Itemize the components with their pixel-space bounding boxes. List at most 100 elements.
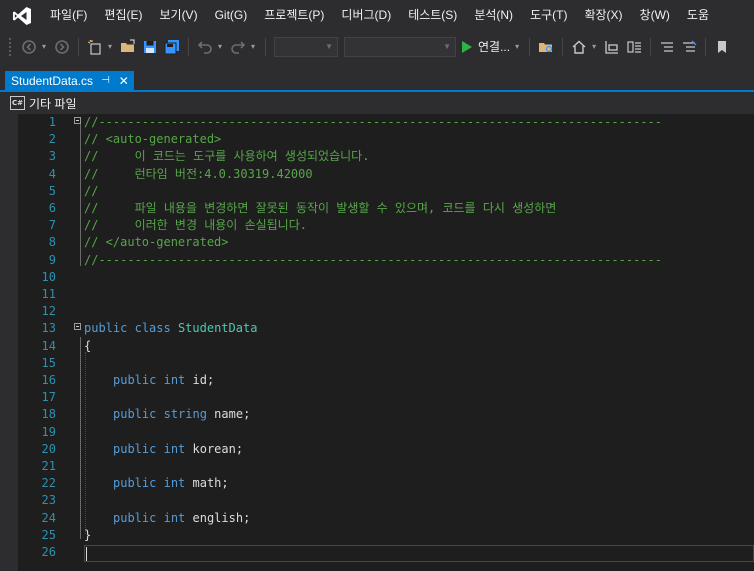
navigation-bar: C# 기타 파일 xyxy=(0,92,754,114)
toolbar-separator xyxy=(650,37,652,56)
comment-token: // 파일 내용을 변경하면 잘못된 동작이 발생할 수 있으며, 코드를 다시… xyxy=(84,201,557,215)
menu-project[interactable]: 프로젝트(P) xyxy=(256,0,333,31)
code-text: public int korean; xyxy=(113,441,243,458)
new-dropdown-icon[interactable]: ▾ xyxy=(106,42,114,51)
keyword-token: int xyxy=(163,476,186,491)
identifier-token: korean; xyxy=(185,441,244,456)
toolbar-separator xyxy=(78,37,79,56)
standard-toolbar: ▾ ▾ ▾ ▾ ▼ ▼ 연결... ▾ ▾ xyxy=(0,31,754,63)
format-block-icon[interactable] xyxy=(625,38,643,56)
solution-configuration-dropdown[interactable]: ▼ xyxy=(274,36,338,57)
toolbar-separator xyxy=(188,37,189,56)
toolbar-separator xyxy=(705,37,707,56)
uncomment-lines-icon[interactable] xyxy=(680,38,698,56)
code-line: 22 public int math; xyxy=(0,475,754,492)
line-number: 14 xyxy=(41,338,56,353)
undo-dropdown-icon[interactable]: ▾ xyxy=(216,42,224,51)
menu-view[interactable]: 보기(V) xyxy=(151,0,206,31)
project-dropdown-label[interactable]: 기타 파일 xyxy=(29,95,77,112)
code-editor[interactable]: 1 //-------------------------------------… xyxy=(0,114,754,571)
tab-studentdata-cs[interactable]: StudentData.cs ⊣ ✕ xyxy=(5,71,134,90)
redo-icon[interactable] xyxy=(229,38,247,56)
line-number: 23 xyxy=(41,493,56,508)
menu-extensions[interactable]: 확장(X) xyxy=(576,0,631,31)
redo-dropdown-icon[interactable]: ▾ xyxy=(249,42,257,51)
keyword-token: public xyxy=(113,510,157,525)
line-number: 25 xyxy=(41,527,56,542)
comment-lines-icon[interactable] xyxy=(658,38,676,56)
code-line: 4 // 런타임 버전:4.0.30319.42000 xyxy=(0,166,754,183)
keyword-token: class xyxy=(134,321,171,336)
menu-test[interactable]: 테스트(S) xyxy=(400,0,466,31)
open-folder-icon[interactable] xyxy=(119,38,137,56)
plain-token: { xyxy=(84,338,92,353)
save-icon[interactable] xyxy=(141,38,159,56)
code-line: 2 // <auto-generated> xyxy=(0,131,754,148)
keyword-token: public xyxy=(113,407,157,422)
code-line: 15 xyxy=(0,355,754,372)
collapse-region-icon[interactable] xyxy=(74,117,81,124)
line-number: 10 xyxy=(41,269,56,284)
keyword-token: int xyxy=(163,510,186,525)
back-dropdown-icon[interactable]: ▾ xyxy=(40,42,48,51)
code-line: 10 xyxy=(0,269,754,286)
identifier-token: id; xyxy=(185,373,215,387)
back-icon[interactable] xyxy=(20,38,38,56)
code-text: public int math; xyxy=(113,475,229,492)
line-number: 18 xyxy=(41,407,56,422)
code-line: 7 // 이러한 변경 내용이 손실됩니다. xyxy=(0,217,754,234)
pin-icon[interactable]: ⊣ xyxy=(101,75,110,86)
code-text: // 이러한 변경 내용이 손실됩니다. xyxy=(84,217,307,234)
code-line: 13 public class StudentData xyxy=(0,320,754,337)
home-dropdown-icon[interactable]: ▾ xyxy=(590,42,598,51)
step-into-icon[interactable] xyxy=(603,38,621,56)
collapse-region-icon[interactable] xyxy=(74,323,81,331)
menu-edit[interactable]: 편집(E) xyxy=(96,0,151,31)
undo-icon[interactable] xyxy=(196,38,214,56)
plain-token: } xyxy=(84,527,92,542)
menu-help[interactable]: 도움 xyxy=(679,0,718,31)
forward-icon[interactable] xyxy=(53,38,71,56)
identifier-token: english; xyxy=(185,510,251,525)
home-icon[interactable] xyxy=(570,38,588,56)
code-line: 12 xyxy=(0,303,754,320)
code-line: 26 xyxy=(0,544,754,561)
keyword-token: int xyxy=(163,441,186,456)
comment-token: // xyxy=(84,183,99,198)
keyword-token: int xyxy=(163,373,186,387)
menu-git[interactable]: Git(G) xyxy=(207,0,257,31)
keyword-token: public xyxy=(84,321,128,336)
code-line: 24 public int english; xyxy=(0,510,754,527)
start-attach-button[interactable]: 연결... xyxy=(462,38,510,55)
code-text: public string name; xyxy=(113,406,250,423)
code-line: 21 xyxy=(0,458,754,475)
chevron-down-icon: ▼ xyxy=(443,42,451,51)
keyword-token: string xyxy=(163,407,207,422)
line-number: 12 xyxy=(41,304,56,319)
menu-debug[interactable]: 디버그(D) xyxy=(333,0,400,31)
start-dropdown-icon[interactable]: ▾ xyxy=(513,42,521,51)
line-number: 13 xyxy=(41,321,56,336)
menu-tools[interactable]: 도구(T) xyxy=(522,0,576,31)
visual-studio-logo-icon[interactable] xyxy=(12,6,32,26)
menu-analyze[interactable]: 분석(N) xyxy=(466,0,522,31)
bookmark-icon[interactable] xyxy=(713,38,731,56)
new-project-icon[interactable] xyxy=(86,38,104,56)
line-number: 4 xyxy=(48,166,56,181)
line-number: 19 xyxy=(41,424,56,439)
code-line: 17 xyxy=(0,389,754,406)
close-icon[interactable]: ✕ xyxy=(119,74,129,88)
save-all-icon[interactable] xyxy=(163,38,181,56)
line-number: 22 xyxy=(41,476,56,491)
start-label: 연결... xyxy=(478,40,511,54)
menu-window[interactable]: 창(W) xyxy=(632,0,679,31)
menu-bar: 파일(F) 편집(E) 보기(V) Git(G) 프로젝트(P) 디버그(D) … xyxy=(0,0,754,31)
code-text: { xyxy=(84,338,91,355)
code-text: //--------------------------------------… xyxy=(84,252,662,269)
identifier-token: name; xyxy=(206,407,251,422)
menu-file[interactable]: 파일(F) xyxy=(42,0,96,31)
code-text: // 런타임 버전:4.0.30319.42000 xyxy=(84,166,313,183)
toolbar-grip[interactable] xyxy=(8,36,12,57)
solution-platform-dropdown[interactable]: ▼ xyxy=(344,36,456,57)
find-in-files-icon[interactable] xyxy=(537,38,555,56)
